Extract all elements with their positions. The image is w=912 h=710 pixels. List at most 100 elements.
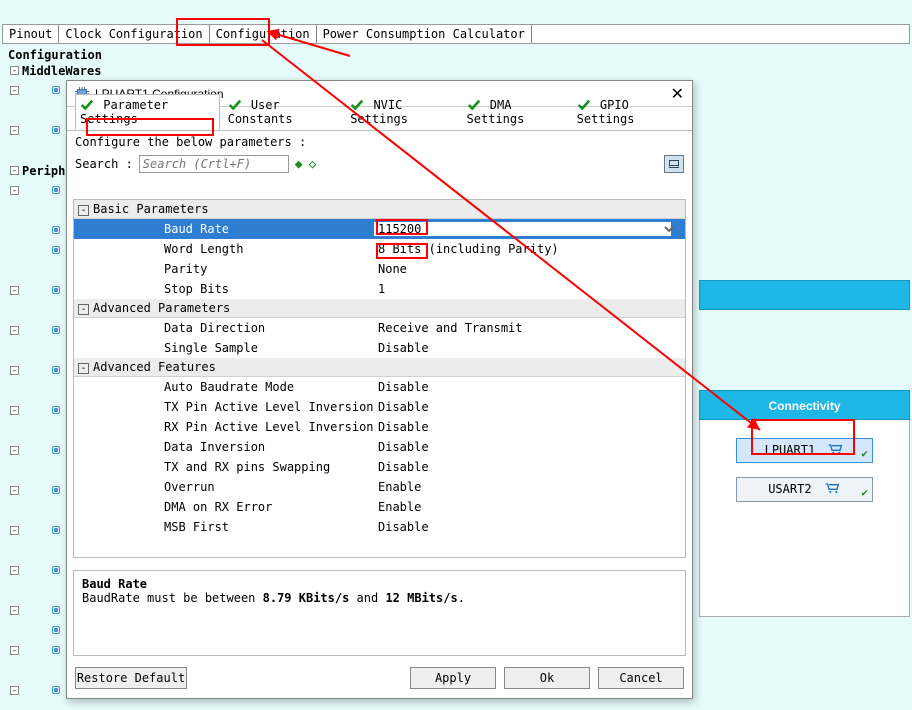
tree-node-icon[interactable] [52,526,60,534]
param-value[interactable]: None [374,262,685,276]
param-name: Data Direction [74,321,374,335]
row-single-sample[interactable]: Single Sample Disable [74,338,685,358]
group-basic-parameters[interactable]: -Basic Parameters [74,200,685,219]
tree-expand-icon[interactable]: - [10,66,19,75]
tab-dma-settings[interactable]: DMA Settings [462,94,569,130]
collapse-icon[interactable]: - [78,363,89,374]
row-data-inversion[interactable]: Data InversionDisable [74,437,685,457]
row-stop-bits[interactable]: Stop Bits 1 [74,279,685,299]
tree-expand-icon[interactable]: - [10,86,19,95]
tree-node-icon[interactable] [52,686,60,694]
param-value[interactable]: Enable [374,500,685,514]
tree-node-icon[interactable] [52,226,60,234]
connectivity-usart2-button[interactable]: USART2 ✔ [736,477,873,502]
tree-node-icon[interactable] [52,646,60,654]
tab-configuration[interactable]: Configuration [210,25,317,43]
tab-gpio-settings[interactable]: GPIO Settings [572,94,685,130]
tree-node-icon[interactable] [52,566,60,574]
row-word-length[interactable]: Word Length 8 Bits (including Parity) [74,239,685,259]
param-value[interactable]: 1 [374,282,685,296]
tree-periph[interactable]: Periph [22,164,65,178]
tree-node-icon[interactable] [52,626,60,634]
tree-node-icon[interactable] [52,86,60,94]
tree-expand-icon[interactable]: - [10,406,19,415]
tree-expand-icon[interactable]: - [10,166,19,175]
check-icon [577,98,591,112]
list-view-icon[interactable] [664,155,684,173]
tab-power-calc[interactable]: Power Consumption Calculator [317,25,532,43]
tree-expand-icon[interactable]: - [10,526,19,535]
ok-button[interactable]: Ok [504,667,590,689]
tree-expand-icon[interactable]: - [10,646,19,655]
tree-node-icon[interactable] [52,406,60,414]
tree-node-icon[interactable] [52,606,60,614]
param-value[interactable]: 115200 [374,222,671,236]
row-overrun[interactable]: OverrunEnable [74,477,685,497]
check-icon [350,98,364,112]
row-pin-swapping[interactable]: TX and RX pins SwappingDisable [74,457,685,477]
tree-expand-icon[interactable]: - [10,126,19,135]
connectivity-lpuart1-button[interactable]: LPUART1 ✔ [736,438,873,463]
tree-node-icon[interactable] [52,366,60,374]
tree-node-icon[interactable] [52,186,60,194]
tab-nvic-settings[interactable]: NVIC Settings [345,94,458,130]
param-value[interactable]: Disable [374,460,685,474]
tree-expand-icon[interactable]: - [10,186,19,195]
collapse-icon[interactable]: - [78,304,89,315]
row-tx-inversion[interactable]: TX Pin Active Level InversionDisable [74,397,685,417]
cancel-button[interactable]: Cancel [598,667,684,689]
param-value[interactable]: 8 Bits (including Parity) [374,242,685,256]
tree-middlewares[interactable]: MiddleWares [22,64,101,78]
tree-node-icon[interactable] [52,126,60,134]
tree-node-icon[interactable] [52,286,60,294]
param-name: Word Length [74,242,374,256]
param-value[interactable]: Disable [374,440,685,454]
tree-expand-icon[interactable]: - [10,286,19,295]
param-value[interactable]: Disable [374,520,685,534]
tree-expand-icon[interactable]: - [10,606,19,615]
tab-user-constants[interactable]: User Constants [223,94,343,130]
restore-default-button[interactable]: Restore Default [75,667,187,689]
param-value[interactable]: Disable [374,380,685,394]
apply-button[interactable]: Apply [410,667,496,689]
row-data-direction[interactable]: Data Direction Receive and Transmit [74,318,685,338]
row-msb-first[interactable]: MSB FirstDisable [74,517,685,537]
tree-expand-icon[interactable]: - [10,446,19,455]
tree-expand-icon[interactable]: - [10,326,19,335]
row-auto-baudrate[interactable]: Auto Baudrate ModeDisable [74,377,685,397]
param-name: Single Sample [74,341,374,355]
search-prev-icon[interactable]: ◇ [309,157,317,172]
dropdown-icon[interactable] [663,223,675,235]
collapse-icon[interactable]: - [78,205,89,216]
row-rx-inversion[interactable]: RX Pin Active Level InversionDisable [74,417,685,437]
group-advanced-parameters[interactable]: -Advanced Parameters [74,299,685,318]
cart-icon [828,443,844,458]
tree-expand-icon[interactable]: - [10,486,19,495]
param-name: Baud Rate [74,222,374,236]
param-name: Data Inversion [74,440,374,454]
tree-expand-icon[interactable]: - [10,686,19,695]
tree-node-icon[interactable] [52,246,60,254]
param-value[interactable]: Disable [374,420,685,434]
right-panel: Connectivity LPUART1 ✔ USART2 ✔ [699,280,910,617]
param-value[interactable]: Receive and Transmit [374,321,685,335]
search-next-icon[interactable]: ◆ [295,157,303,172]
tab-parameter-settings[interactable]: Parameter Settings [75,94,220,130]
param-value[interactable]: Enable [374,480,685,494]
tree-node-icon[interactable] [52,446,60,454]
dialog-tab-bar: Parameter Settings User Constants NVIC S… [67,107,692,131]
tree-expand-icon[interactable]: - [10,566,19,575]
tab-pinout[interactable]: Pinout [3,25,59,43]
main-tab-bar: Pinout Clock Configuration Configuration… [2,24,910,44]
param-value[interactable]: Disable [374,400,685,414]
param-value[interactable]: Disable [374,341,685,355]
row-dma-rx-error[interactable]: DMA on RX ErrorEnable [74,497,685,517]
search-input[interactable] [139,155,289,173]
row-parity[interactable]: Parity None [74,259,685,279]
tab-clock-config[interactable]: Clock Configuration [59,25,209,43]
row-baud-rate[interactable]: Baud Rate 115200 [74,219,685,239]
tree-node-icon[interactable] [52,486,60,494]
group-advanced-features[interactable]: -Advanced Features [74,358,685,377]
tree-node-icon[interactable] [52,326,60,334]
tree-expand-icon[interactable]: - [10,366,19,375]
